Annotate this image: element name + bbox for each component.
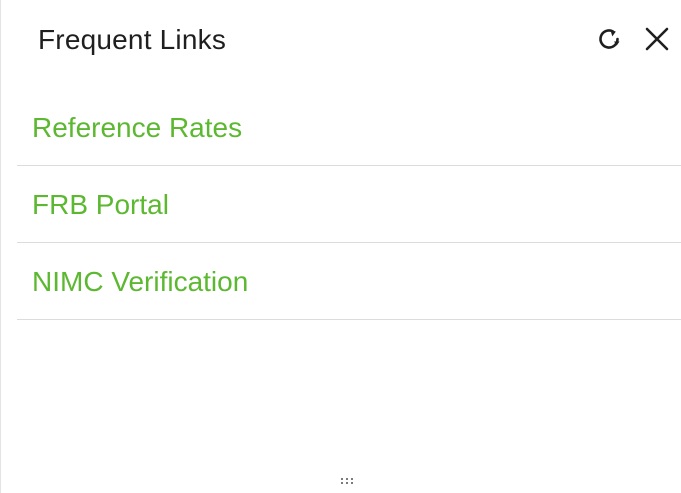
close-icon	[645, 27, 669, 51]
frequent-links-panel: Frequent Links Reference Rates FRB Porta…	[0, 0, 681, 493]
list-item: FRB Portal	[17, 167, 681, 243]
list-item: NIMC Verification	[17, 244, 681, 320]
refresh-button[interactable]	[592, 22, 626, 56]
panel-header: Frequent Links	[1, 0, 681, 84]
link-frb-portal[interactable]: FRB Portal	[32, 189, 169, 221]
link-reference-rates[interactable]: Reference Rates	[32, 112, 242, 144]
links-list: Reference Rates FRB Portal NIMC Verifica…	[17, 90, 681, 321]
resize-handle[interactable]	[341, 478, 359, 486]
header-actions	[592, 22, 674, 56]
refresh-icon	[599, 29, 620, 49]
list-item: Reference Rates	[17, 90, 681, 166]
panel-title: Frequent Links	[38, 24, 227, 55]
link-nimc-verification[interactable]: NIMC Verification	[32, 266, 248, 298]
close-button[interactable]	[640, 22, 674, 56]
